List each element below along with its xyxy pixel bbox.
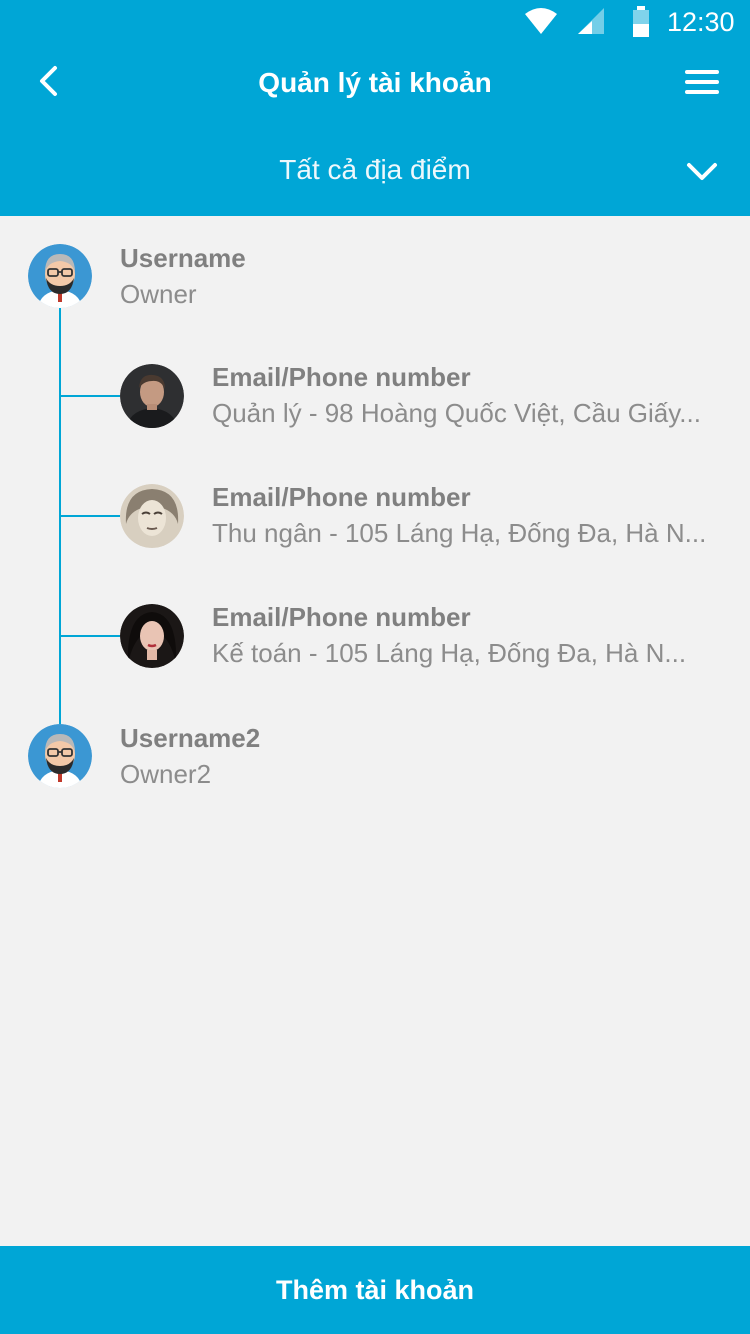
account-text: Email/Phone number Thu ngân - 105 Láng H… bbox=[212, 479, 724, 551]
account-role: Owner bbox=[120, 279, 197, 309]
account-role-location: Kế toán - 105 Láng Hạ, Đống Đa, Hà N... bbox=[212, 638, 687, 668]
account-username: Username2 bbox=[120, 723, 261, 753]
location-filter-dropdown[interactable]: Tất cả địa điểm bbox=[0, 132, 750, 210]
back-button[interactable] bbox=[26, 58, 70, 108]
tree-connector-horizontal bbox=[60, 395, 120, 397]
chevron-left-icon bbox=[38, 65, 58, 102]
tree-connector-horizontal bbox=[60, 515, 120, 517]
avatar bbox=[120, 364, 184, 428]
battery-icon bbox=[632, 6, 650, 43]
chevron-down-icon bbox=[684, 156, 720, 186]
account-username: Username bbox=[120, 243, 246, 273]
status-time: 12:30 bbox=[667, 7, 735, 37]
account-text: Username2 Owner2 bbox=[120, 720, 632, 792]
avatar bbox=[28, 244, 92, 308]
account-text: Username Owner bbox=[120, 240, 632, 312]
nav-bar: Quản lý tài khoản bbox=[0, 44, 750, 122]
menu-button[interactable] bbox=[678, 62, 726, 106]
tree-connector-horizontal bbox=[60, 635, 120, 637]
signal-icon bbox=[578, 6, 606, 41]
account-role-location: Thu ngân - 105 Láng Hạ, Đống Đa, Hà N... bbox=[212, 518, 707, 548]
avatar bbox=[120, 484, 184, 548]
avatar bbox=[28, 724, 92, 788]
account-contact: Email/Phone number bbox=[212, 362, 471, 392]
account-contact: Email/Phone number bbox=[212, 602, 471, 632]
add-account-button[interactable]: Thêm tài khoản bbox=[0, 1246, 750, 1334]
app-header: 12:30 Quản lý tài khoản Tất cả địa điểm bbox=[0, 0, 750, 216]
avatar bbox=[120, 604, 184, 668]
account-role: Owner2 bbox=[120, 759, 212, 789]
hamburger-menu-icon bbox=[685, 68, 719, 101]
tree-connector-vertical bbox=[59, 304, 61, 724]
account-tree: Username Owner Email/Phone number Quản l… bbox=[0, 216, 750, 1246]
account-text: Email/Phone number Quản lý - 98 Hoàng Qu… bbox=[212, 359, 724, 431]
status-bar: 12:30 bbox=[0, 0, 750, 44]
account-text: Email/Phone number Kế toán - 105 Láng Hạ… bbox=[212, 599, 724, 671]
account-contact: Email/Phone number bbox=[212, 482, 471, 512]
page-title: Quản lý tài khoản bbox=[258, 67, 492, 98]
location-filter-label: Tất cả địa điểm bbox=[279, 154, 471, 185]
wifi-icon bbox=[524, 6, 558, 41]
account-role-location: Quản lý - 98 Hoàng Quốc Việt, Cầu Giấy..… bbox=[212, 398, 701, 428]
